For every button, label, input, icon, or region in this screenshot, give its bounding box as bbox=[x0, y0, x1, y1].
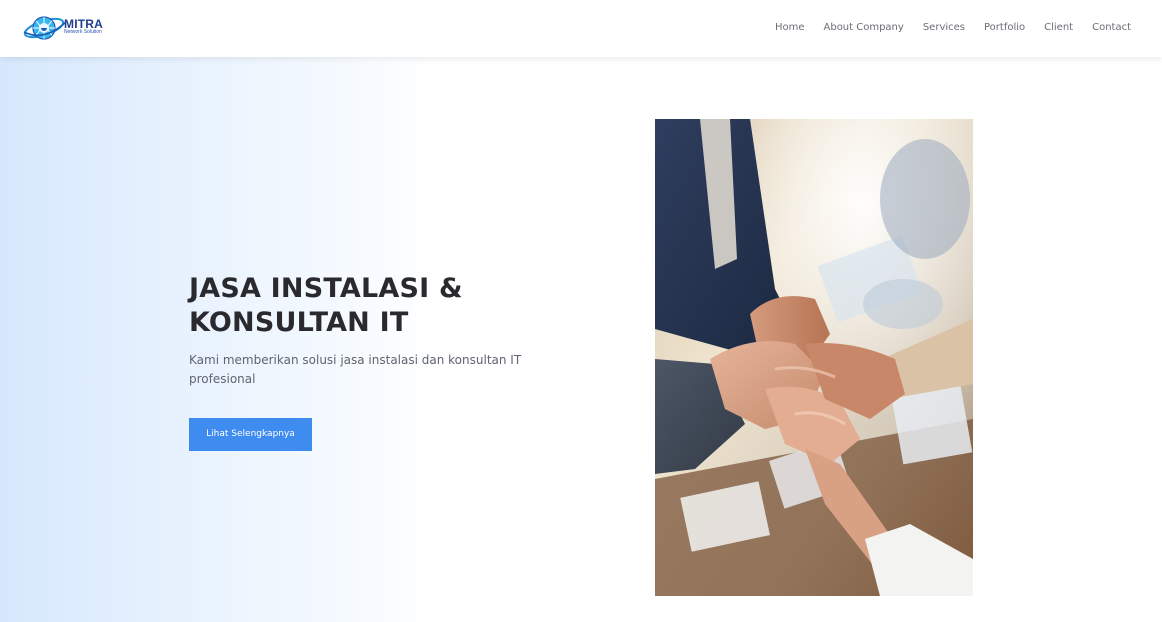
main-nav: Home About Company Services Portfolio Cl… bbox=[756, 20, 1131, 36]
hero-section: JASA INSTALASI & KONSULTAN IT Kami membe… bbox=[0, 57, 1162, 622]
nav-item-home[interactable]: Home bbox=[775, 20, 805, 36]
nav-item-portfolio[interactable]: Portfolio bbox=[984, 20, 1025, 36]
nav-item-client[interactable]: Client bbox=[1044, 20, 1073, 36]
hero-image bbox=[655, 119, 973, 596]
globe-orbit-icon bbox=[23, 16, 67, 40]
see-more-button[interactable]: Lihat Selengkapnya bbox=[189, 418, 312, 451]
team-hands-stacked-photo bbox=[655, 119, 973, 596]
nav-item-about-company[interactable]: About Company bbox=[824, 20, 904, 36]
brand-logo[interactable]: MITRA Network Solution bbox=[22, 8, 122, 48]
hero-title: JASA INSTALASI & KONSULTAN IT bbox=[189, 273, 463, 338]
hero-description: Kami memberikan solusi jasa instalasi da… bbox=[189, 353, 522, 386]
site-header: MITRA Network Solution Home About Compan… bbox=[0, 0, 1162, 57]
brand-tagline: Network Solution bbox=[64, 29, 102, 35]
nav-item-services[interactable]: Services bbox=[923, 20, 965, 36]
nav-item-contact[interactable]: Contact bbox=[1092, 20, 1131, 36]
